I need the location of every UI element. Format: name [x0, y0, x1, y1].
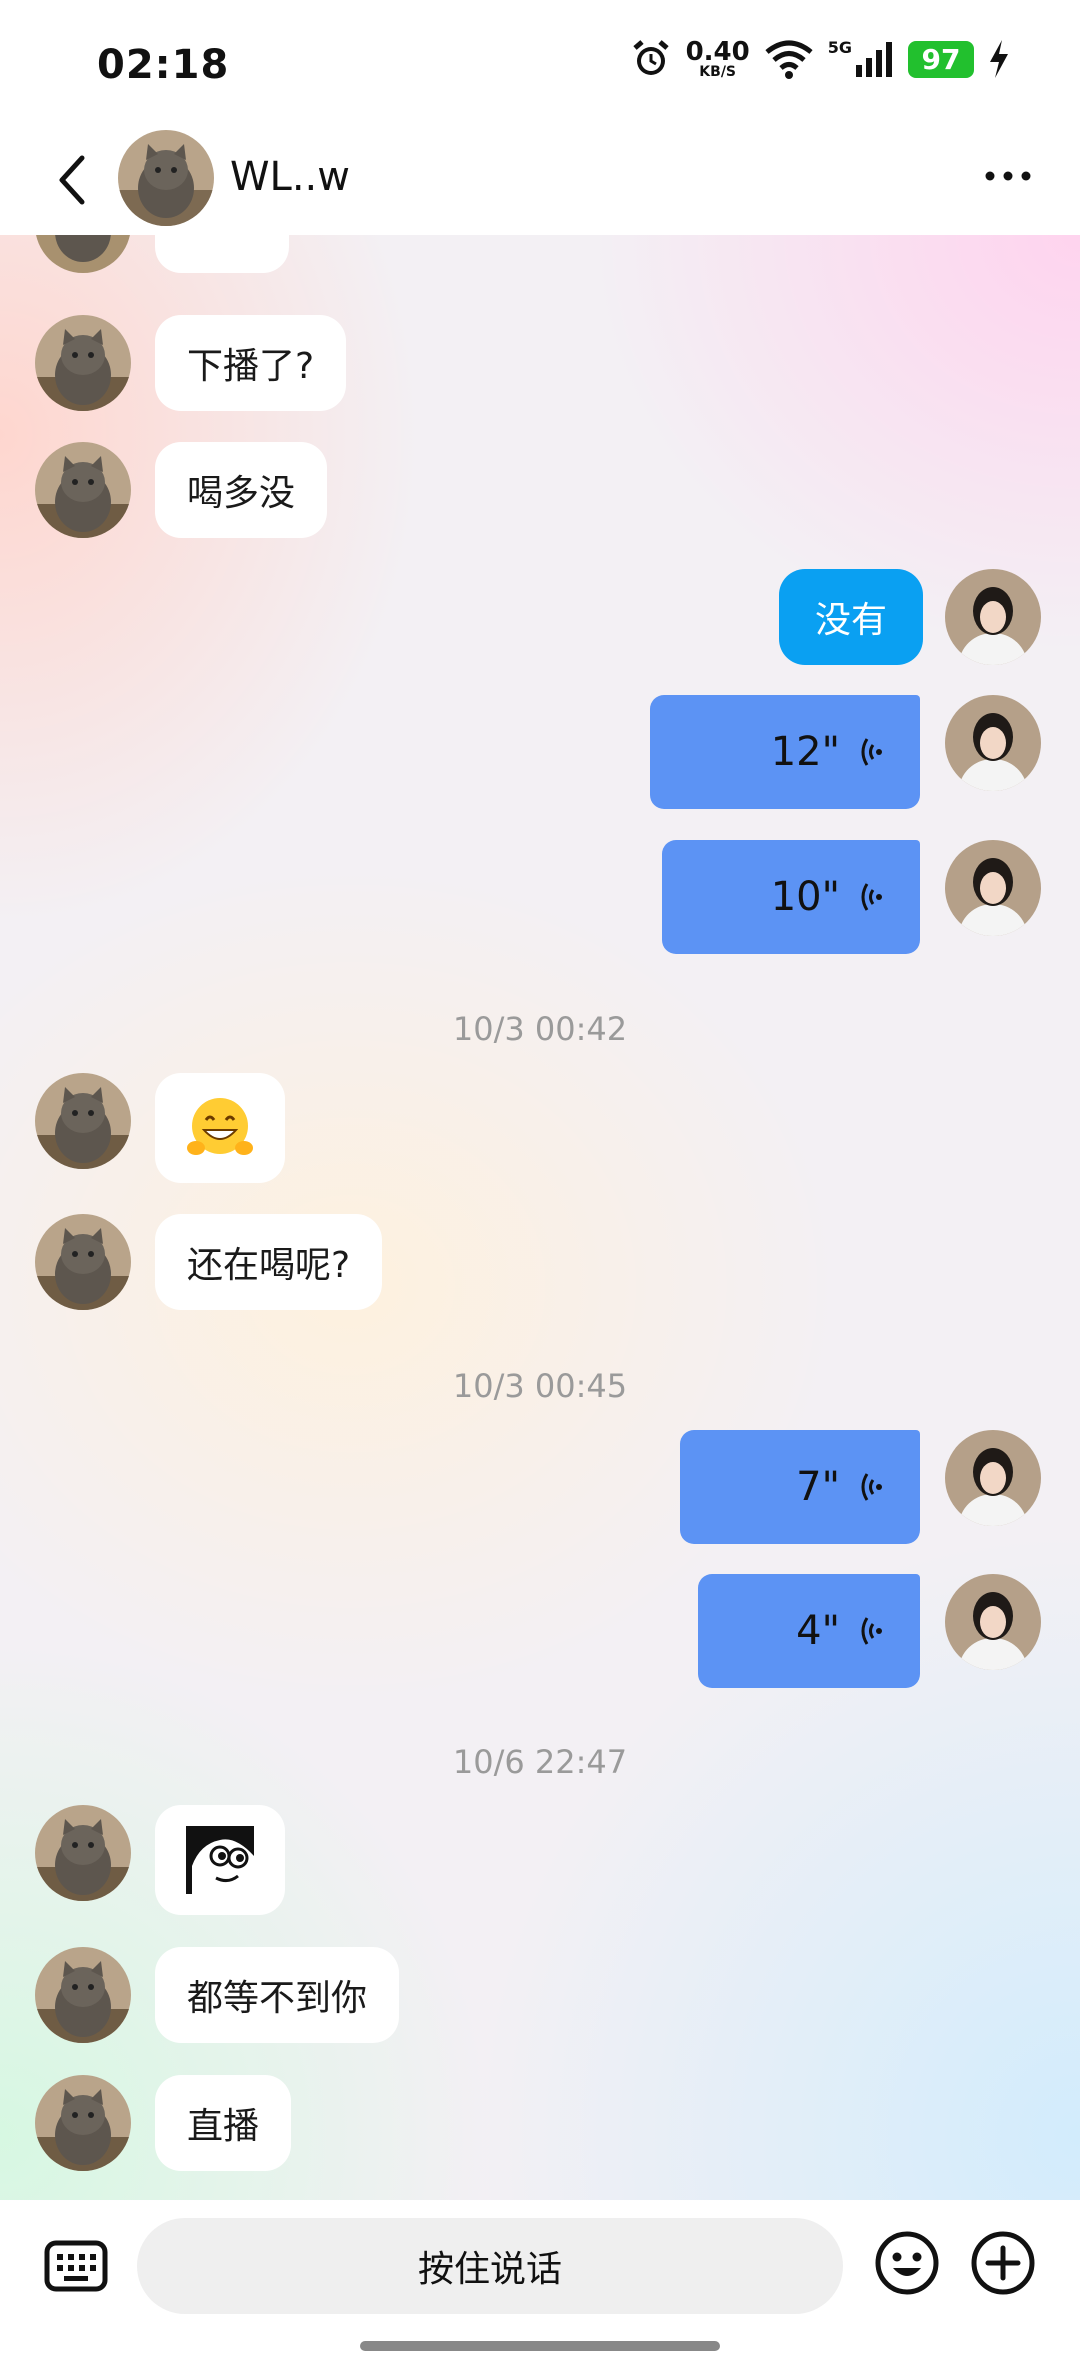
- timestamp: 10/3 00:42: [452, 1010, 628, 1048]
- voice-message-bubble[interactable]: 12": [650, 695, 920, 809]
- status-icons: 0.40 KB/S 5G 97: [630, 38, 1010, 80]
- contact-message-avatar[interactable]: [35, 235, 131, 273]
- signal-icon: [856, 42, 892, 77]
- my-avatar[interactable]: [945, 695, 1041, 791]
- net-speed: 0.40 KB/S: [686, 39, 750, 79]
- message-bubble[interactable]: 还在喝呢?: [155, 1214, 383, 1310]
- my-avatar[interactable]: [945, 840, 1041, 936]
- voice-duration: 4": [796, 1608, 840, 1654]
- keyboard-icon[interactable]: [44, 2238, 108, 2294]
- message-bubble[interactable]: 直播: [155, 2075, 292, 2171]
- my-avatar[interactable]: [945, 1574, 1041, 1670]
- sticker-message-bubble[interactable]: [155, 1805, 285, 1915]
- grinning-hug-emoji-icon: [187, 1098, 253, 1155]
- chat-header: WL..w: [0, 130, 1080, 235]
- my-message-bubble[interactable]: 没有: [778, 569, 923, 665]
- voice-wave-icon: [861, 1617, 882, 1645]
- message-bubble[interactable]: 都等不到你: [155, 1947, 400, 2043]
- contact-message-avatar[interactable]: [35, 2075, 131, 2171]
- input-bar: 按住说话: [0, 2200, 1080, 2373]
- status-bar: 02:18 0.40 KB/S 5G 97: [0, 0, 1080, 130]
- voice-message-bubble[interactable]: 10": [662, 840, 920, 954]
- wifi-icon: [765, 40, 813, 79]
- my-avatar[interactable]: [945, 569, 1041, 665]
- voice-message-bubble[interactable]: 7": [680, 1430, 920, 1544]
- contact-message-avatar[interactable]: [35, 442, 131, 538]
- net-speed-unit: KB/S: [699, 64, 737, 80]
- contact-message-avatar[interactable]: [35, 1073, 131, 1169]
- contact-name[interactable]: WL..w: [230, 154, 350, 200]
- voice-duration: 10": [770, 874, 840, 920]
- battery-level: 97: [908, 40, 974, 78]
- contact-message-avatar[interactable]: [35, 1947, 131, 2043]
- message-bubble-partial[interactable]: [155, 235, 289, 273]
- cat-avatar-image: [118, 130, 214, 226]
- voice-wave-icon: [861, 1473, 882, 1501]
- voice-wave-icon: [861, 883, 882, 911]
- timestamp: 10/3 00:45: [452, 1367, 628, 1405]
- chat-screen: 02:18 0.40 KB/S 5G 97 WL..w 下播了? 喝多没 没有 …: [0, 0, 1080, 2373]
- back-icon[interactable]: [50, 150, 100, 210]
- home-indicator[interactable]: [360, 2341, 720, 2351]
- contact-avatar[interactable]: [118, 130, 214, 226]
- message-bubble[interactable]: 下播了?: [155, 315, 347, 411]
- my-avatar[interactable]: [945, 1430, 1041, 1526]
- voice-duration: 7": [796, 1464, 840, 1510]
- peeking-girl-sticker-icon: [186, 1826, 254, 1894]
- contact-message-avatar[interactable]: [35, 315, 131, 411]
- more-icon[interactable]: [984, 166, 1032, 186]
- message-bubble[interactable]: 喝多没: [155, 442, 328, 538]
- status-time: 02:18: [97, 42, 230, 88]
- voice-duration: 12": [770, 729, 840, 775]
- net-speed-value: 0.40: [685, 37, 750, 67]
- plus-icon[interactable]: [970, 2230, 1036, 2296]
- message-list[interactable]: 下播了? 喝多没 没有 12" 10" 10/3 00:42 还在喝呢? 10/…: [0, 235, 1080, 2200]
- voice-wave-icon: [861, 738, 882, 766]
- alarm-icon: [632, 40, 669, 75]
- emoji-icon[interactable]: [874, 2230, 940, 2296]
- hold-to-talk-button[interactable]: 按住说话: [137, 2218, 843, 2314]
- emoji-message-bubble[interactable]: [155, 1073, 285, 1183]
- contact-message-avatar[interactable]: [35, 1214, 131, 1310]
- voice-message-bubble[interactable]: 4": [698, 1574, 920, 1688]
- contact-message-avatar[interactable]: [35, 1805, 131, 1901]
- timestamp: 10/6 22:47: [452, 1743, 628, 1781]
- network-type: 5G: [827, 37, 852, 57]
- charging-icon: [990, 40, 1008, 78]
